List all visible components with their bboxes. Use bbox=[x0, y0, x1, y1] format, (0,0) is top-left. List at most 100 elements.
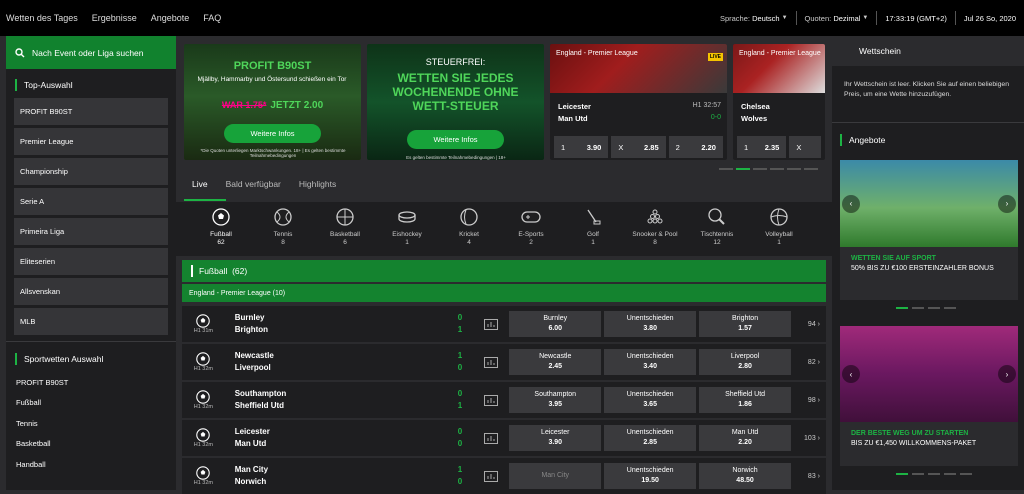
odds-button-draw[interactable]: Unentschieden 19.50 bbox=[604, 463, 697, 489]
more-markets-link[interactable]: 94 › bbox=[794, 321, 826, 328]
sidebar-item-premier-league[interactable]: Premier League bbox=[14, 128, 168, 155]
stats-icon[interactable] bbox=[483, 470, 498, 482]
odds-button-home[interactable]: Newcastle 2.45 bbox=[509, 349, 602, 375]
nav-wetten-des-tages[interactable]: Wetten des Tages bbox=[6, 13, 78, 23]
stats-icon[interactable] bbox=[483, 432, 498, 444]
odds-button-away[interactable]: 2 2.20 bbox=[668, 136, 723, 158]
promo-card-casino[interactable]: ‹ › DER BESTE WEG UM ZU STARTEN BIS ZU €… bbox=[840, 326, 1018, 466]
sport-filter-golf[interactable]: Golf 1 bbox=[562, 202, 624, 256]
odds-button-draw[interactable]: Unentschieden 3.40 bbox=[604, 349, 697, 375]
sport-filter-eishockey[interactable]: Eishockey 1 bbox=[376, 202, 438, 256]
odds-button-away[interactable]: Man Utd 2.20 bbox=[699, 425, 792, 451]
promo-dots bbox=[896, 307, 956, 309]
sport-filter-kricket[interactable]: Kricket 4 bbox=[438, 202, 500, 256]
odds-button-draw[interactable]: Unentschieden 3.65 bbox=[604, 387, 697, 413]
more-markets-link[interactable]: 83 › bbox=[794, 473, 826, 480]
sport-link-fussball[interactable]: Fußball bbox=[6, 393, 176, 414]
odds-label: Burnley bbox=[543, 315, 568, 322]
match-teams[interactable]: Burnley Brighton bbox=[225, 312, 397, 336]
nav-ergebnisse[interactable]: Ergebnisse bbox=[92, 13, 137, 23]
odds-button-home[interactable]: 1 3.90 bbox=[554, 136, 609, 158]
odds-button-home[interactable]: Man City bbox=[509, 463, 602, 489]
featured-match-card[interactable]: England - Premier League Chelsea Wolves … bbox=[733, 44, 825, 160]
odds-button-away[interactable]: Sheffield Utd 1.86 bbox=[699, 387, 792, 413]
tab-highlights[interactable]: Highlights bbox=[299, 179, 336, 189]
sidebar-item-profit-b90st[interactable]: PROFIT B90ST bbox=[14, 98, 168, 125]
chevron-right-icon[interactable]: › bbox=[998, 365, 1016, 383]
sport-filter-esports[interactable]: E-Sports 2 bbox=[500, 202, 562, 256]
sidebar-item-allsvenskan[interactable]: Allsvenskan bbox=[14, 278, 168, 305]
nav-faq[interactable]: FAQ bbox=[203, 13, 221, 23]
odds-format-select[interactable]: Dezimal bbox=[833, 14, 860, 23]
match-teams[interactable]: Leicester Man Utd bbox=[225, 426, 397, 450]
chevron-right-icon: › bbox=[817, 320, 821, 328]
sport-filter-snooker[interactable]: Snooker & Pool 8 bbox=[624, 202, 686, 256]
score-away: 0 bbox=[457, 477, 463, 486]
sidebar-item-championship[interactable]: Championship bbox=[14, 158, 168, 185]
match-teams[interactable]: Newcastle Liverpool bbox=[225, 350, 397, 374]
score-home: 0 bbox=[457, 313, 463, 322]
more-info-button[interactable]: Weitere Infos bbox=[224, 124, 321, 143]
more-info-button[interactable]: Weitere Infos bbox=[407, 130, 504, 149]
sport-link-profit-b90st[interactable]: PROFIT B90ST bbox=[6, 372, 176, 393]
betslip-header[interactable]: Wettschein bbox=[832, 36, 1024, 66]
chevron-left-icon[interactable]: ‹ bbox=[842, 365, 860, 383]
search-button[interactable]: Nach Event oder Liga suchen bbox=[6, 36, 176, 69]
odds-button-home[interactable]: Southampton 3.95 bbox=[509, 387, 602, 413]
nav-angebote[interactable]: Angebote bbox=[151, 13, 190, 23]
more-markets-link[interactable]: 82 › bbox=[794, 359, 826, 366]
sport-link-tennis[interactable]: Tennis bbox=[6, 413, 176, 434]
match-time: H1 32m bbox=[182, 352, 225, 372]
stats-icon[interactable] bbox=[483, 318, 498, 330]
league-header[interactable]: England - Premier League (10) bbox=[182, 284, 826, 302]
promo-card-sport[interactable]: ‹ › WETTEN SIE AUF SPORT 50% BIS ZU €100… bbox=[840, 160, 1018, 300]
odds-button-home[interactable]: 1 2.35 bbox=[737, 136, 787, 158]
sport-filter-tennis[interactable]: Tennis 8 bbox=[252, 202, 314, 256]
odds-button-away[interactable]: Liverpool 2.80 bbox=[699, 349, 792, 375]
match-teams[interactable]: Southampton Sheffield Utd bbox=[225, 388, 397, 412]
sport-filter-volleyball[interactable]: Volleyball 1 bbox=[748, 202, 810, 256]
match-image: England - Premier League bbox=[733, 44, 825, 93]
odds-button-draw[interactable]: Unentschieden 2.85 bbox=[604, 425, 697, 451]
match-teams[interactable]: Man City Norwich bbox=[225, 464, 397, 488]
featured-match-card[interactable]: England - Premier League LIVE Leicester … bbox=[550, 44, 727, 160]
odds-button-draw[interactable]: X bbox=[789, 136, 821, 158]
odds-button-home[interactable]: Leicester 3.90 bbox=[509, 425, 602, 451]
more-markets-link[interactable]: 103 › bbox=[794, 435, 826, 442]
tab-upcoming[interactable]: Bald verfügbar bbox=[226, 179, 281, 189]
more-markets-count: 83 bbox=[807, 472, 816, 480]
sport-filter-basketball[interactable]: Basketball 6 bbox=[314, 202, 376, 256]
search-label: Nach Event oder Liga suchen bbox=[32, 47, 144, 58]
odds-button-draw[interactable]: X 2.85 bbox=[611, 136, 666, 158]
sidebar-item-eliteserien[interactable]: Eliteserien bbox=[14, 248, 168, 275]
odds-button-away[interactable]: Norwich 48.50 bbox=[699, 463, 792, 489]
sidebar-item-primeira-liga[interactable]: Primeira Liga bbox=[14, 218, 168, 245]
sport-filter-fussball[interactable]: Fußball 62 bbox=[190, 202, 252, 256]
hockey-puck-icon bbox=[398, 211, 416, 223]
sport-link-basketball[interactable]: Basketball bbox=[6, 434, 176, 455]
odds-button-away[interactable]: Brighton 1.57 bbox=[699, 311, 792, 337]
odds-button-home[interactable]: Burnley 6.00 bbox=[509, 311, 602, 337]
more-markets-link[interactable]: 98 › bbox=[794, 397, 826, 404]
cricket-ball-icon bbox=[460, 208, 478, 226]
match-row: H1 32m Man City Norwich 10 Man City Unent… bbox=[182, 458, 826, 494]
stats-icon[interactable] bbox=[483, 356, 498, 368]
sport-count: 6 bbox=[343, 239, 347, 246]
stats-icon[interactable] bbox=[483, 394, 498, 406]
promo-dots bbox=[896, 473, 972, 475]
sports-selection-label: Sportwetten Auswahl bbox=[24, 354, 104, 364]
language-select[interactable]: Deutsch bbox=[752, 14, 780, 23]
soccer-ball-icon bbox=[196, 314, 211, 328]
sport-count: 1 bbox=[777, 239, 781, 246]
section-header-fussball[interactable]: Fußball (62) bbox=[182, 260, 826, 282]
sidebar-item-mlb[interactable]: MLB bbox=[14, 308, 168, 335]
sport-filter-tischtennis[interactable]: Tischtennis 12 bbox=[686, 202, 748, 256]
promo-banner-tax-free[interactable]: STEUERFREI: WETTEN SIE JEDES WOCHENENDE … bbox=[367, 44, 544, 160]
tab-live[interactable]: Live bbox=[192, 179, 208, 189]
odds-button-draw[interactable]: Unentschieden 3.80 bbox=[604, 311, 697, 337]
sidebar-item-serie-a[interactable]: Serie A bbox=[14, 188, 168, 215]
sport-link-handball[interactable]: Handball bbox=[6, 454, 176, 475]
chevron-left-icon[interactable]: ‹ bbox=[842, 194, 860, 213]
promo-banner-profit[interactable]: PROFIT B90ST Mjällby, Hammarby und Öster… bbox=[184, 44, 361, 160]
chevron-right-icon[interactable]: › bbox=[998, 194, 1016, 213]
